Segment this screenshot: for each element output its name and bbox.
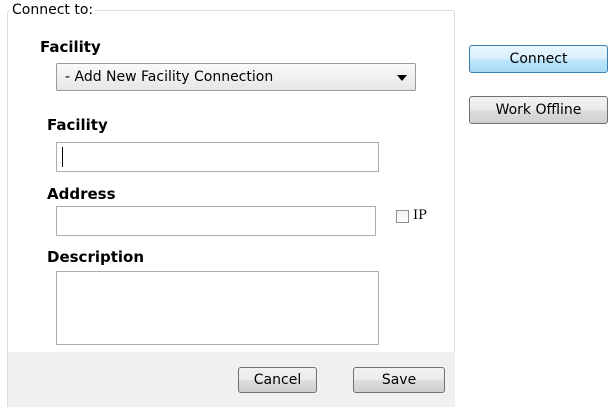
- connect-to-group: Connect to: Facility - Add New Facility …: [7, 2, 455, 407]
- facility-dropdown[interactable]: - Add New Facility Connection: [56, 63, 416, 91]
- chevron-down-icon[interactable]: [397, 75, 407, 81]
- facility-name-input[interactable]: [56, 142, 379, 172]
- facility-dropdown-value: - Add New Facility Connection: [65, 69, 274, 85]
- ip-checkbox[interactable]: [396, 210, 409, 223]
- connect-button[interactable]: Connect: [469, 45, 608, 73]
- facility-field-label: Facility: [47, 116, 108, 134]
- address-field-label: Address: [47, 185, 116, 203]
- group-legend: Connect to:: [10, 2, 96, 18]
- work-offline-button[interactable]: Work Offline: [469, 96, 608, 124]
- dialog-footer: Cancel Save: [7, 352, 455, 407]
- save-button[interactable]: Save: [353, 367, 445, 393]
- facility-select-label: Facility: [40, 38, 101, 56]
- ip-checkbox-label: IP: [413, 208, 427, 223]
- description-textarea[interactable]: [56, 271, 379, 345]
- text-caret: [62, 147, 63, 167]
- description-field-label: Description: [47, 248, 145, 266]
- cancel-button[interactable]: Cancel: [238, 367, 317, 393]
- address-input[interactable]: [56, 206, 376, 236]
